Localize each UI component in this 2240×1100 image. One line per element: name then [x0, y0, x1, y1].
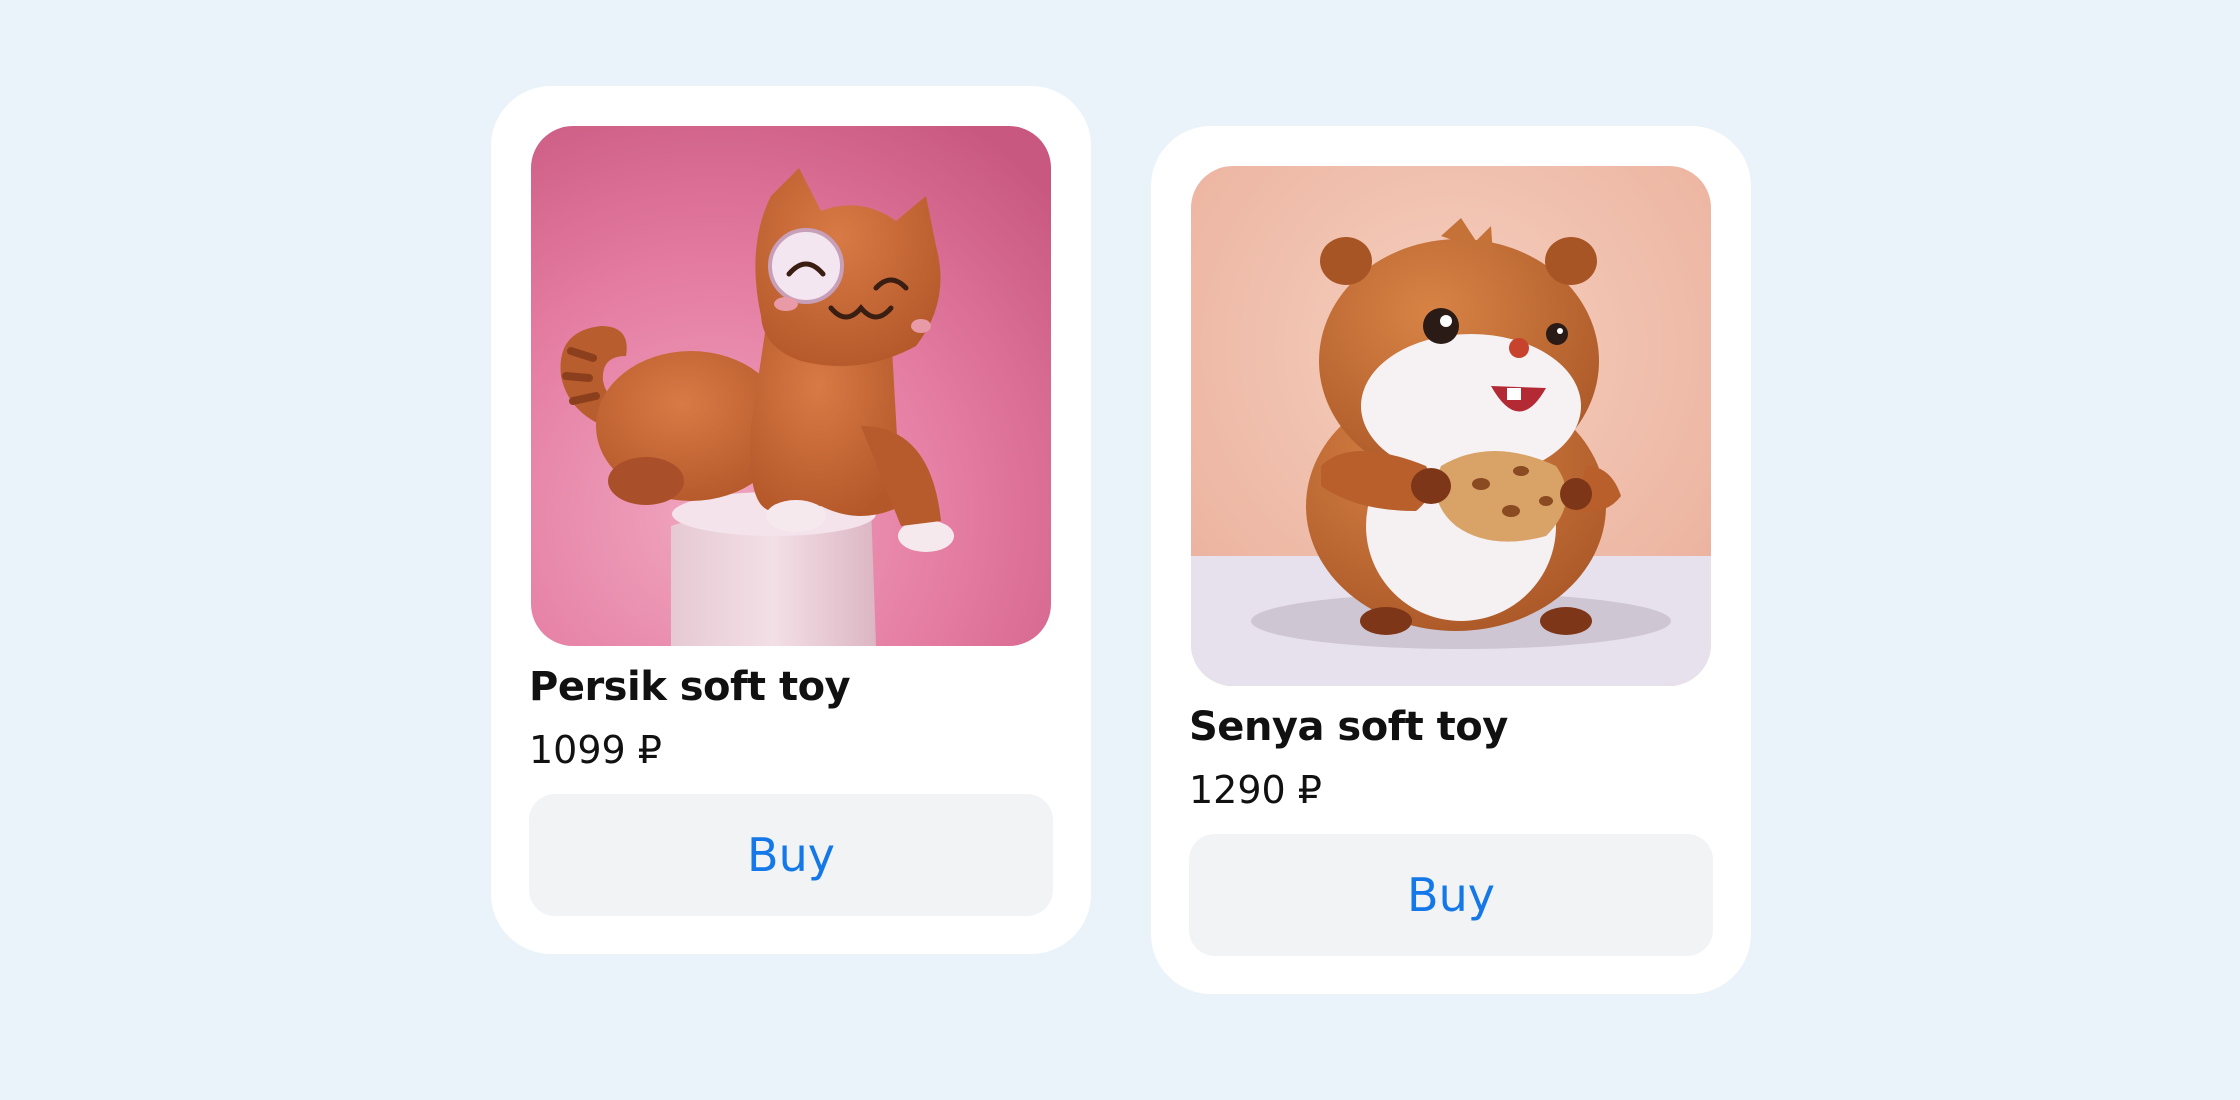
- product-price: 1290 ₽: [1189, 768, 1322, 812]
- product-title: Persik soft toy: [529, 664, 851, 710]
- product-title: Senya soft toy: [1189, 704, 1508, 750]
- buy-button[interactable]: Buy: [1189, 834, 1713, 956]
- product-image[interactable]: [1191, 166, 1711, 686]
- product-card[interactable]: Persik soft toy 1099 ₽ Buy: [491, 86, 1091, 954]
- product-price: 1099 ₽: [529, 728, 662, 772]
- buy-button[interactable]: Buy: [529, 794, 1053, 916]
- plush-cat-image: [531, 126, 1051, 646]
- product-card[interactable]: Senya soft toy 1290 ₽ Buy: [1151, 126, 1751, 994]
- plush-hamster-image: [1191, 166, 1711, 686]
- product-image[interactable]: [531, 126, 1051, 646]
